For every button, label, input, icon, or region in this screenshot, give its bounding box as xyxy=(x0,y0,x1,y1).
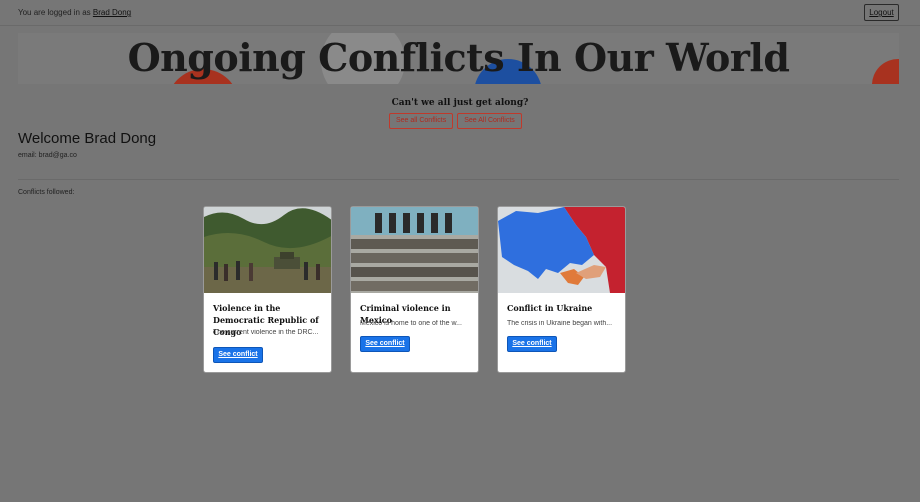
login-status: You are logged in as Brad Dong xyxy=(18,8,131,17)
divider xyxy=(18,179,899,180)
hero-banner: Ongoing Conflicts In Our World xyxy=(18,33,899,84)
welcome-heading: Welcome Brad Dong xyxy=(18,130,157,147)
see-all-conflicts-button-2[interactable]: See All Conflicts xyxy=(457,113,522,129)
see-conflict-button[interactable]: See conflict xyxy=(507,336,557,352)
conflict-card-ukraine: Conflict in Ukraine The crisis in Ukrain… xyxy=(497,206,626,373)
followed-label: Conflicts followed: xyxy=(18,189,75,196)
hero-buttons: See all Conflicts See All Conflicts xyxy=(389,113,522,129)
conflict-card-congo: Violence in the Democratic Republic of C… xyxy=(203,206,332,373)
ukraine-map xyxy=(498,207,625,293)
card-excerpt: The crisis in Ukraine began with... xyxy=(507,320,613,327)
username-link[interactable]: Brad Dong xyxy=(93,8,131,17)
congo-photo xyxy=(204,207,331,293)
see-conflict-button[interactable]: See conflict xyxy=(360,336,410,352)
top-bar: You are logged in as Brad Dong Logout xyxy=(0,0,920,26)
card-excerpt: The current violence in the DRC... xyxy=(213,329,319,336)
tagline: Can't we all just get along? xyxy=(391,98,529,108)
banner-title: Ongoing Conflicts In Our World xyxy=(127,35,790,80)
card-title: Conflict in Ukraine xyxy=(507,303,593,313)
see-all-conflicts-button[interactable]: See all Conflicts xyxy=(389,113,454,129)
mexico-photo xyxy=(351,207,478,293)
conflict-card-mexico: Criminal violence in Mexico Mexico is ho… xyxy=(350,206,479,373)
card-excerpt: Mexico is home to one of the w... xyxy=(360,320,462,327)
see-conflict-button[interactable]: See conflict xyxy=(213,347,263,363)
logout-button[interactable]: Logout xyxy=(864,4,899,21)
user-email: email: brad@ga.co xyxy=(18,152,77,159)
login-prefix: You are logged in as xyxy=(18,8,93,17)
